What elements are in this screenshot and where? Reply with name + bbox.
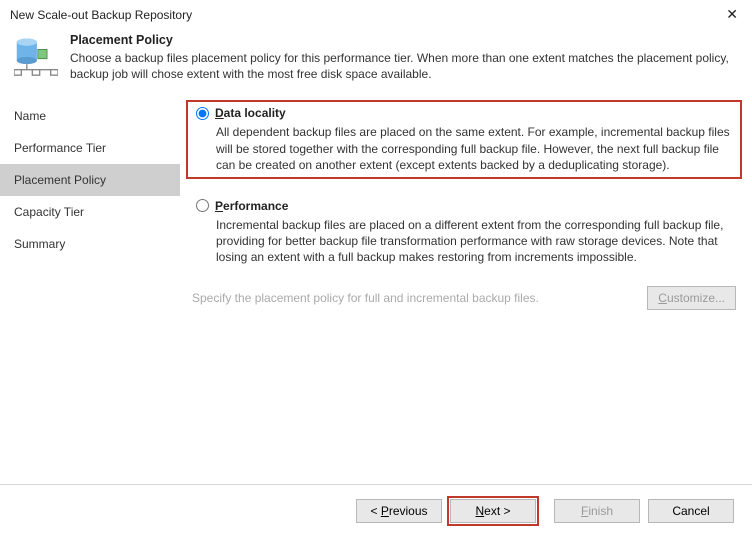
page-title: Placement Policy bbox=[70, 33, 738, 47]
customize-button: Customize... bbox=[647, 286, 736, 310]
cancel-button[interactable]: Cancel bbox=[648, 499, 734, 523]
sidebar-item-performance-tier[interactable]: Performance Tier bbox=[0, 132, 180, 164]
radio-performance-label[interactable]: Performance bbox=[215, 199, 288, 213]
option-data-locality: Data locality All dependent backup files… bbox=[186, 100, 742, 179]
radio-data-locality[interactable] bbox=[196, 107, 209, 120]
repository-icon bbox=[14, 33, 58, 77]
performance-desc: Incremental backup files are placed on a… bbox=[216, 217, 730, 266]
data-locality-desc: All dependent backup files are placed on… bbox=[216, 124, 730, 173]
next-button[interactable]: Next > bbox=[450, 499, 536, 523]
previous-button[interactable]: < Previous bbox=[356, 499, 442, 523]
radio-performance[interactable] bbox=[196, 199, 209, 212]
sidebar-item-summary[interactable]: Summary bbox=[0, 228, 180, 260]
sidebar-item-placement-policy[interactable]: Placement Policy bbox=[0, 164, 180, 196]
sidebar-item-name[interactable]: Name bbox=[0, 100, 180, 132]
close-icon[interactable]: ✕ bbox=[722, 6, 742, 23]
window-title: New Scale-out Backup Repository bbox=[10, 8, 192, 22]
spec-hint: Specify the placement policy for full an… bbox=[192, 291, 539, 305]
wizard-footer: < Previous Next > Finish Cancel bbox=[0, 484, 752, 536]
wizard-sidebar: Name Performance Tier Placement Policy C… bbox=[0, 96, 180, 484]
content-pane: Data locality All dependent backup files… bbox=[180, 96, 752, 484]
page-subtitle: Choose a backup files placement policy f… bbox=[70, 50, 738, 82]
option-performance: Performance Incremental backup files are… bbox=[186, 193, 742, 272]
sidebar-item-capacity-tier[interactable]: Capacity Tier bbox=[0, 196, 180, 228]
finish-button: Finish bbox=[554, 499, 640, 523]
radio-data-locality-label[interactable]: Data locality bbox=[215, 106, 286, 120]
